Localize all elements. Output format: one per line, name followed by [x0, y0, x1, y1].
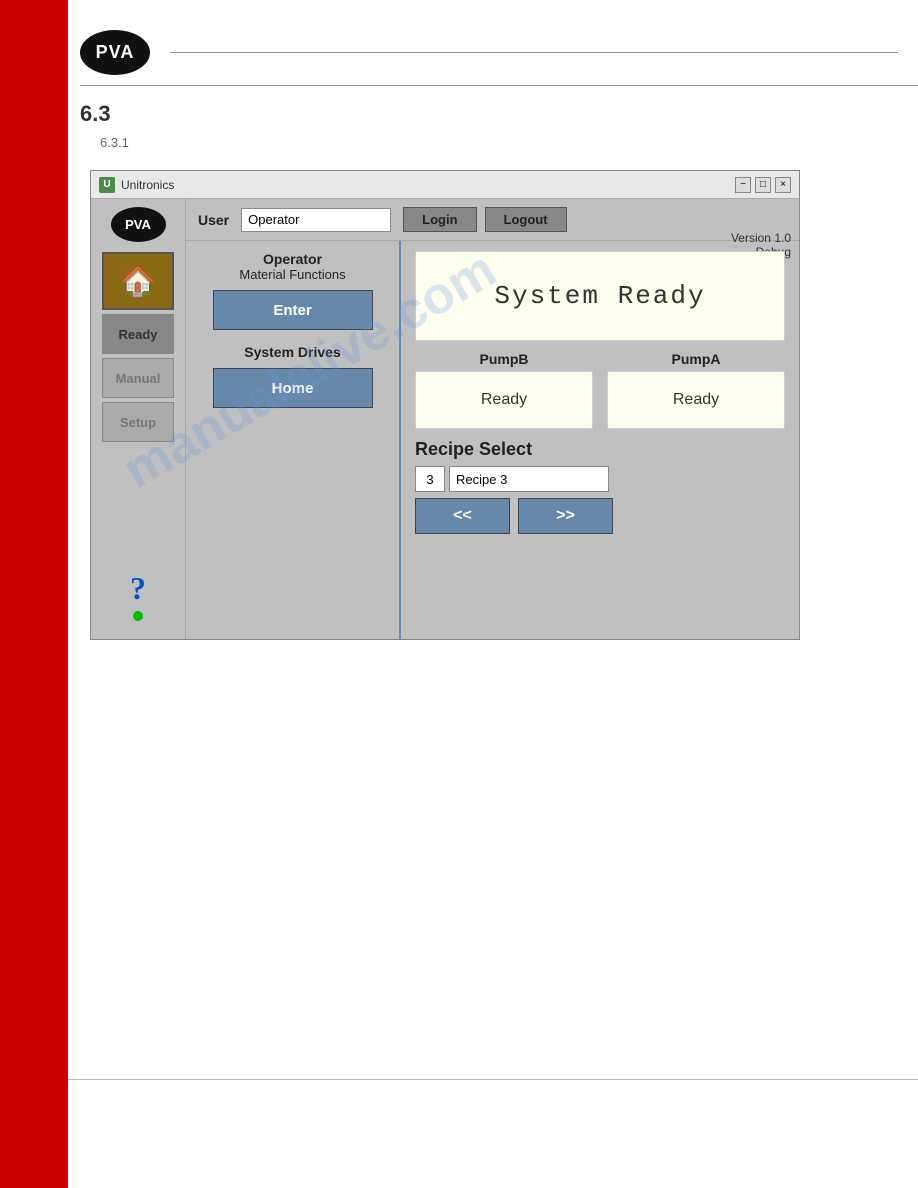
- window-title: Unitronics: [121, 178, 735, 192]
- pva-logo: PVA: [80, 30, 150, 75]
- minimize-button[interactable]: −: [735, 177, 751, 193]
- recipe-nav-row: << >>: [415, 498, 785, 534]
- system-ready-box: System Ready: [415, 251, 785, 341]
- pumps-row: PumpB Ready PumpA Ready: [415, 351, 785, 429]
- right-panel: System Ready PumpB Ready PumpA: [401, 241, 799, 639]
- close-button[interactable]: ×: [775, 177, 791, 193]
- red-accent-bottom: [0, 988, 68, 1188]
- system-ready-text: System Ready: [494, 281, 705, 311]
- recipe-next-button[interactable]: >>: [518, 498, 613, 534]
- help-icon[interactable]: ?: [130, 570, 146, 607]
- user-section: User Login Logout: [186, 199, 799, 241]
- system-drives-title: System Drives: [198, 344, 387, 360]
- pump-a-status: Ready: [607, 371, 785, 429]
- user-input[interactable]: [241, 208, 391, 232]
- operator-section: Operator Material Functions Enter: [198, 251, 387, 330]
- pump-b-status: Ready: [415, 371, 593, 429]
- user-label: User: [198, 212, 229, 228]
- system-drives-home-button[interactable]: Home: [213, 368, 373, 408]
- status-indicator: [133, 611, 143, 621]
- sidebar-ready-label: Ready: [118, 327, 157, 342]
- maximize-button[interactable]: □: [755, 177, 771, 193]
- recipe-number: 3: [415, 466, 445, 492]
- header-divider: [170, 52, 898, 53]
- sidebar-item-ready[interactable]: Ready: [102, 314, 174, 354]
- sidebar-setup-label: Setup: [120, 415, 156, 430]
- home-icon: 🏠: [121, 265, 156, 298]
- pump-b-column: PumpB Ready: [415, 351, 593, 429]
- sidebar-item-manual[interactable]: Manual: [102, 358, 174, 398]
- pump-a-column: PumpA Ready: [607, 351, 785, 429]
- bottom-line: [68, 1079, 918, 1080]
- sidebar-pva-logo: PVA: [111, 207, 166, 242]
- content-area: Operator Material Functions Enter System…: [186, 241, 799, 639]
- operator-title-line1: Operator: [198, 251, 387, 267]
- window-main-content: User Login Logout Operator: [186, 199, 799, 639]
- user-buttons: Login Logout: [403, 207, 566, 232]
- recipe-input-row: 3: [415, 466, 785, 492]
- page-header: PVA: [80, 20, 918, 86]
- pump-b-label: PumpB: [480, 351, 529, 367]
- login-button[interactable]: Login: [403, 207, 476, 232]
- window-body: Version 1.0 Debug PVA 🏠 Ready Manual: [91, 199, 799, 639]
- window-sidebar: PVA 🏠 Ready Manual Setup ?: [91, 199, 186, 639]
- sub-heading: 6.3.1: [80, 135, 918, 150]
- recipe-name-input[interactable]: [449, 466, 609, 492]
- logo-text: PVA: [96, 42, 135, 63]
- app-icon-letter: U: [103, 179, 110, 190]
- recipe-title: Recipe Select: [415, 439, 785, 460]
- unitronics-window: U Unitronics − □ × Version 1.0 Debug PVA: [90, 170, 800, 640]
- home-button[interactable]: 🏠: [102, 252, 174, 310]
- window-controls: − □ ×: [735, 177, 791, 193]
- title-bar: U Unitronics − □ ×: [91, 171, 799, 199]
- recipe-prev-button[interactable]: <<: [415, 498, 510, 534]
- sidebar-logo-text: PVA: [125, 217, 151, 232]
- left-panel: Operator Material Functions Enter System…: [186, 241, 401, 639]
- pump-a-status-text: Ready: [673, 391, 719, 409]
- enter-button[interactable]: Enter: [213, 290, 373, 330]
- recipe-section: Recipe Select 3 << >>: [415, 439, 785, 534]
- sidebar-item-setup[interactable]: Setup: [102, 402, 174, 442]
- section-heading: 6.3: [80, 101, 918, 127]
- system-drives-section: System Drives Home: [198, 344, 387, 408]
- app-icon: U: [99, 177, 115, 193]
- sidebar-manual-label: Manual: [116, 371, 161, 386]
- pump-a-label: PumpA: [672, 351, 721, 367]
- pump-b-status-text: Ready: [481, 391, 527, 409]
- operator-title-line2: Material Functions: [198, 267, 387, 282]
- logout-button[interactable]: Logout: [485, 207, 567, 232]
